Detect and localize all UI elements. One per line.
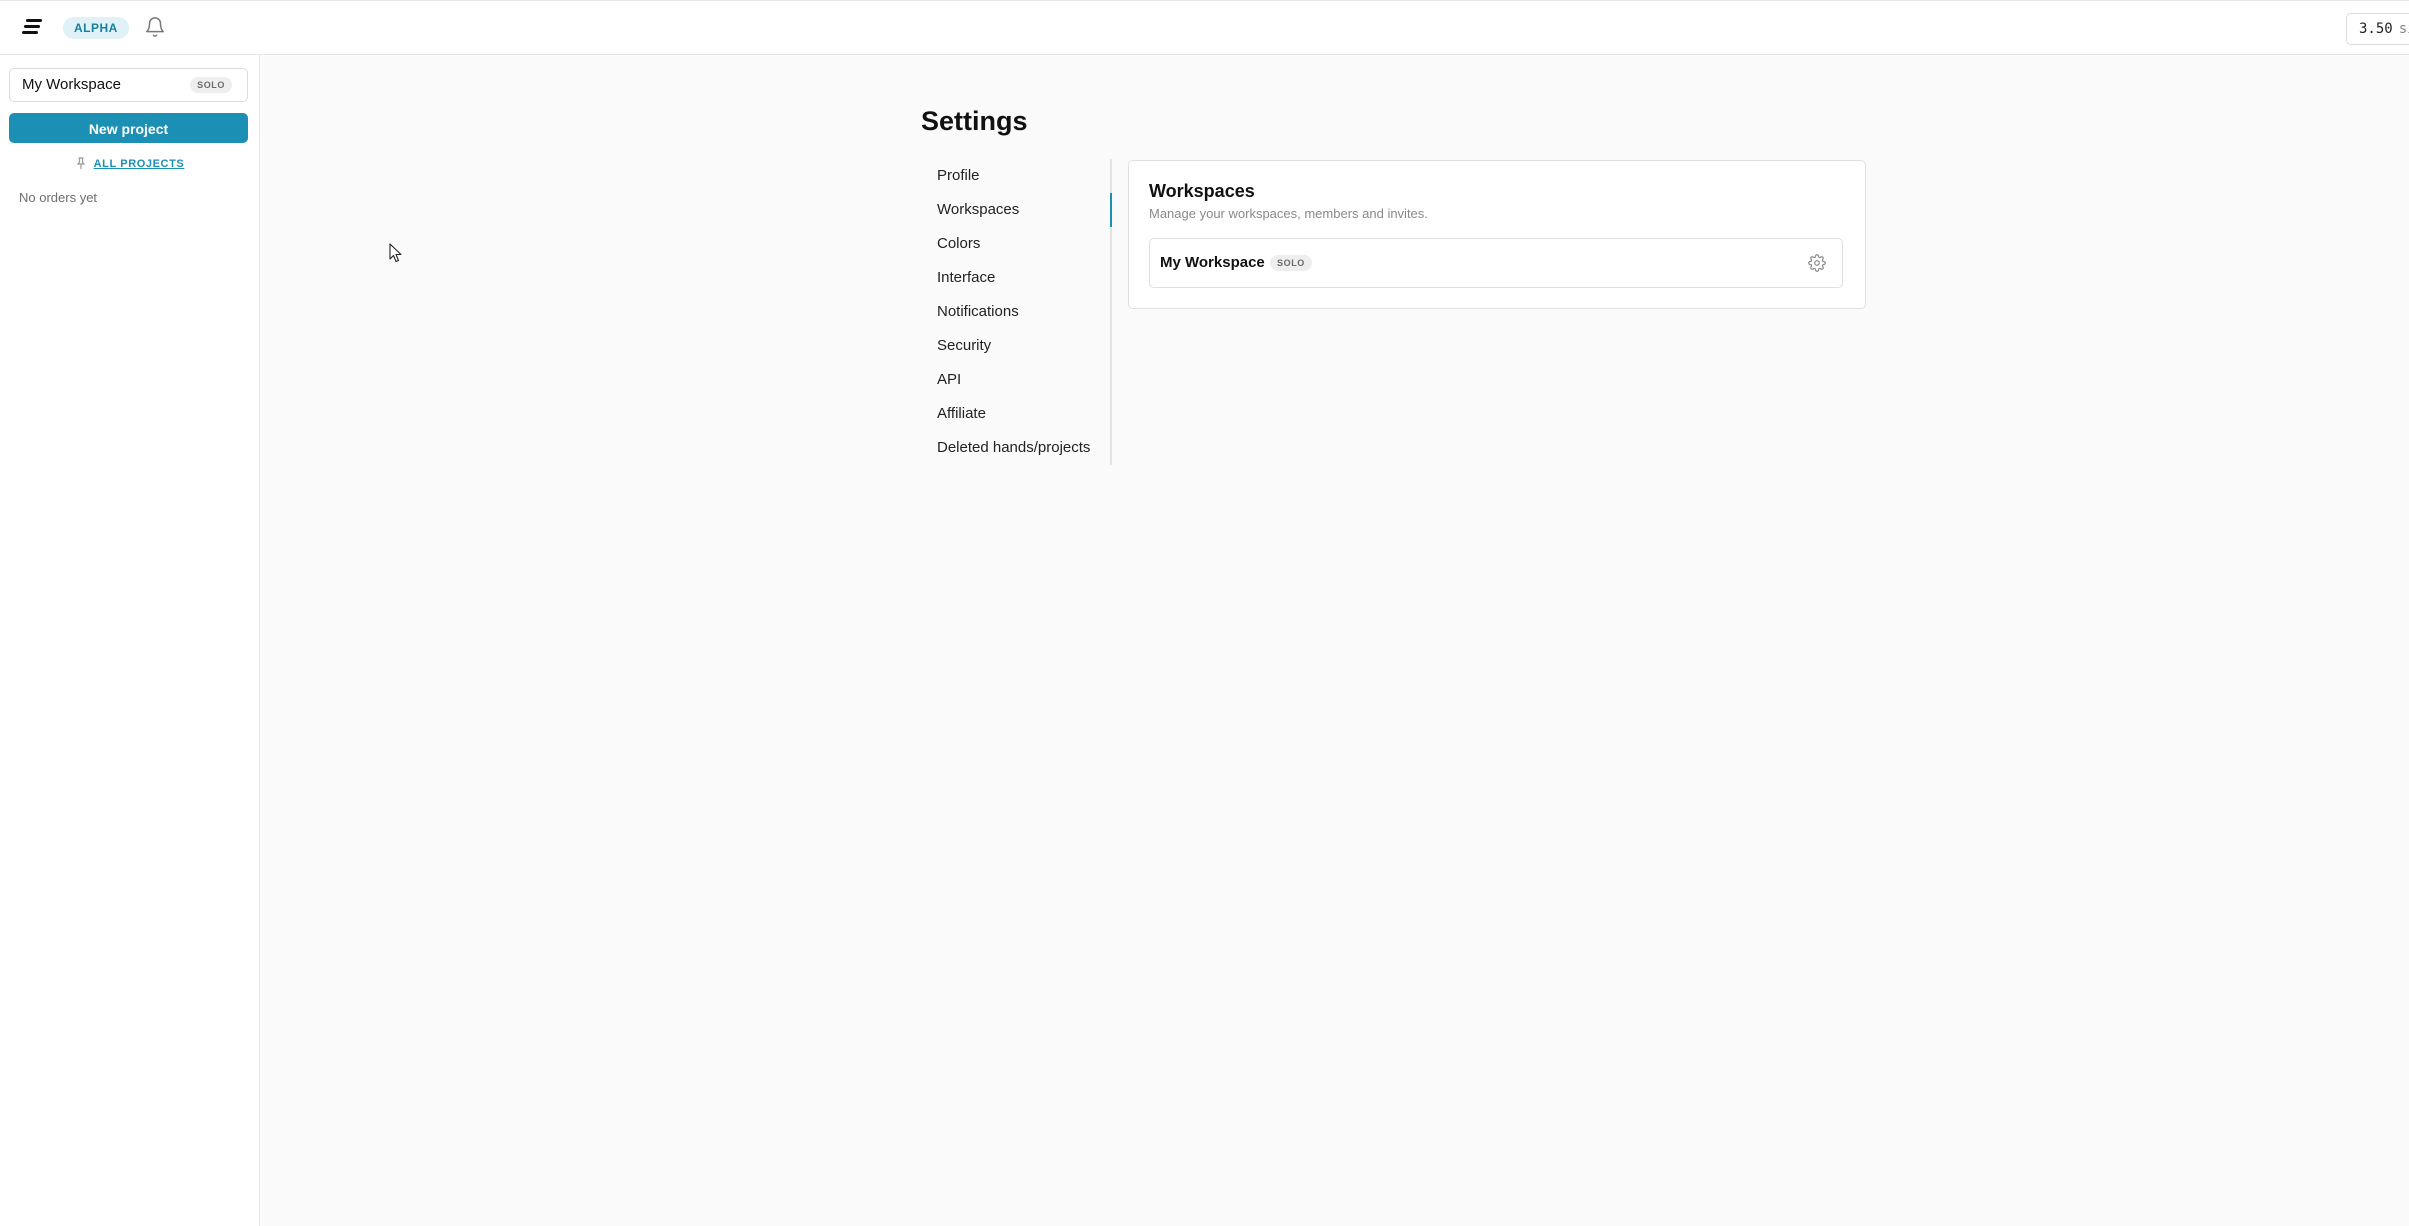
settings-nav-profile[interactable]: Profile <box>937 159 1112 193</box>
workspace-selector-name: My Workspace <box>22 76 121 93</box>
settings-nav-colors[interactable]: Colors <box>937 227 1112 261</box>
settings-nav-interface[interactable]: Interface <box>937 261 1112 295</box>
all-projects-row: ALL PROJECTS <box>0 157 260 170</box>
mouse-cursor-icon <box>389 243 403 263</box>
settings-nav-deleted[interactable]: Deleted hands/projects <box>937 431 1112 465</box>
settings-nav-workspaces[interactable]: Workspaces <box>937 193 1112 227</box>
pin-icon[interactable] <box>76 157 86 170</box>
settings-nav: Profile Workspaces Colors Interface Noti… <box>921 159 1112 465</box>
credits-unit: sim <box>2398 21 2409 37</box>
settings-nav-api[interactable]: API <box>937 363 1112 397</box>
workspace-row-badge: SOLO <box>1270 255 1312 271</box>
empty-orders-text: No orders yet <box>19 190 98 205</box>
new-project-button[interactable]: New project <box>9 113 248 143</box>
settings-nav-affiliate[interactable]: Affiliate <box>937 397 1112 431</box>
settings-nav-notifications[interactable]: Notifications <box>937 295 1112 329</box>
workspace-selector-badge: SOLO <box>190 77 232 93</box>
bell-icon[interactable] <box>144 16 166 38</box>
settings-nav-security[interactable]: Security <box>937 329 1112 363</box>
credits-display[interactable]: 3.50 sim <box>2346 13 2409 45</box>
workspaces-panel: Workspaces Manage your workspaces, membe… <box>1128 160 1866 309</box>
top-bar: ALPHA 3.50 sim <box>0 0 2409 55</box>
active-nav-indicator <box>1110 193 1112 227</box>
gear-icon[interactable] <box>1808 254 1826 272</box>
workspace-row[interactable]: My Workspace SOLO <box>1149 238 1843 288</box>
workspace-row-name: My Workspace <box>1160 254 1265 271</box>
all-projects-link[interactable]: ALL PROJECTS <box>94 158 185 170</box>
page-title: Settings <box>921 106 1028 136</box>
logo-icon[interactable] <box>22 19 42 35</box>
panel-description: Manage your workspaces, members and invi… <box>1149 206 1428 221</box>
credits-value: 3.50 <box>2359 21 2393 37</box>
panel-title: Workspaces <box>1149 181 1255 201</box>
sidebar: My Workspace SOLO New project ALL PROJEC… <box>0 55 260 1226</box>
alpha-badge: ALPHA <box>63 17 129 39</box>
workspace-selector[interactable]: My Workspace SOLO <box>9 68 248 102</box>
